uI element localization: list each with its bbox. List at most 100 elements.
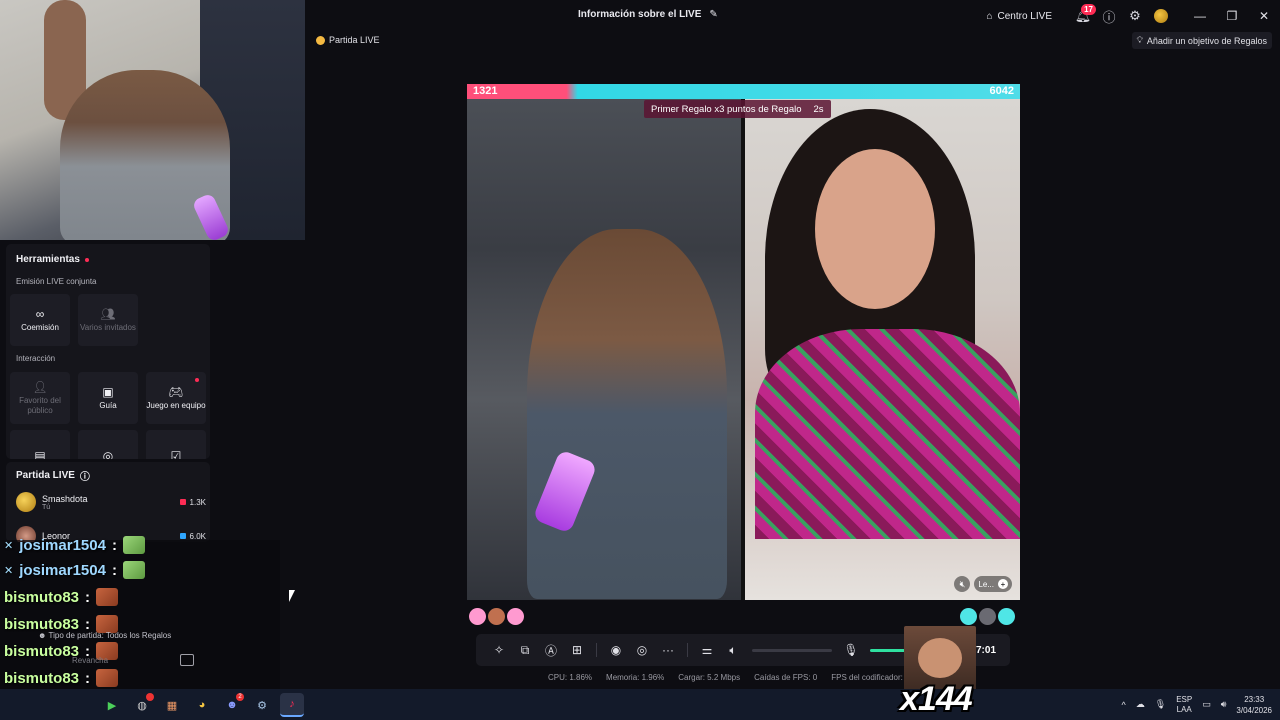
stream-stats: CPU: 1.86% Memoria: 1.96% Cargar: 5.2 Mb… [548, 673, 914, 682]
chat-username: josimar1504 [19, 561, 106, 579]
taskbar-chrome-icon[interactable]: ◕ [190, 693, 214, 717]
tool-item-extra-2[interactable]: ◎ [78, 430, 138, 459]
ai-icon: Ⓐ [544, 643, 557, 658]
minimize-button[interactable]: — [1184, 0, 1216, 32]
ai-button[interactable]: Ⓐ [538, 638, 564, 662]
fan-favorite-button[interactable]: 👤︎ Favorito del público [10, 372, 70, 424]
record-button[interactable]: ◉ [603, 638, 629, 662]
meme-counter: x144 [900, 680, 973, 718]
windows-taskbar: ▶ ◍ ▦ ◕ ☻ 2 ⚙ ♪ ^ ☁ 🎙︎ ESP LAA ▭ 🔊︎ 23:33… [0, 689, 1280, 720]
gifter-avatar[interactable] [507, 608, 524, 625]
opponent-chip[interactable]: Le... + [974, 576, 1012, 592]
tools-panel: Herramientas Emisión LIVE conjunta ∞ Coe… [6, 244, 210, 459]
notifications-button[interactable]: 🔔︎ 17 [1070, 0, 1096, 32]
cpu-stat: CPU: 1.86% [548, 673, 593, 682]
add-source-button[interactable]: ⊞ [564, 638, 590, 662]
taskbar-steam-icon[interactable]: ⚙ [250, 693, 274, 717]
card-icon: ▤ [34, 449, 46, 459]
multi-guest-label: Varios invitados [80, 322, 136, 332]
notification-badge: 17 [1081, 4, 1096, 15]
profile-button[interactable] [1148, 0, 1174, 32]
taskbar-discord-icon[interactable]: ☻ 2 [220, 693, 244, 717]
partida-live-chip-label: Partida LIVE [329, 35, 380, 45]
gifter-avatar[interactable] [488, 608, 505, 625]
fps-drop-stat: Caídas de FPS: 0 [754, 673, 818, 682]
taskbar-photos-icon[interactable]: ▦ [160, 693, 184, 717]
team-game-button[interactable]: 🎮︎ Juego en equipo [146, 372, 206, 424]
restore-icon: ❐ [1226, 9, 1238, 23]
centro-live-button[interactable]: ⌂ Centro LIVE [986, 11, 1052, 22]
frog-emote-icon [122, 536, 145, 554]
controller-icon: 🎮︎ [168, 384, 184, 399]
score-left: 1321 [473, 85, 498, 97]
score-right: 6042 [989, 85, 1014, 97]
chrome-icon: ◕ [198, 699, 206, 711]
gifter-avatar[interactable] [469, 608, 486, 625]
language-indicator[interactable]: ESP LAA [1176, 695, 1192, 715]
interaction-section-label: Interacción [16, 354, 56, 363]
controller-icon: ✕ [4, 539, 14, 552]
tool-item-extra-3[interactable]: ☑ [146, 430, 206, 459]
cloud-icon[interactable]: ☁ [1136, 699, 1145, 710]
system-tray: ^ ☁ 🎙︎ ESP LAA ▭ 🔊︎ 23:33 3/04/2026 [1122, 689, 1272, 720]
speaker-button[interactable]: 🔈︎ [720, 638, 746, 662]
speaker-icon[interactable]: 🔊︎ [1221, 699, 1227, 710]
chevron-up-icon[interactable]: ^ [1122, 700, 1126, 710]
settings-button[interactable]: ⚙ [1122, 0, 1148, 32]
add-gift-goal-button[interactable]: 💡︎ Añadir un objetivo de Regalos [1131, 32, 1272, 49]
close-button[interactable]: ✕ [1248, 0, 1280, 32]
battle-stage: 🔇︎ Le... + 1321 6042 Primer Regalo x3 pu… [467, 84, 1020, 600]
adjust-button[interactable]: ⚌ [694, 638, 720, 662]
match-row-host[interactable]: Smashdota Tú 1.3K [16, 490, 206, 514]
chat-separator: : [111, 536, 117, 554]
gift-bonus-text: Primer Regalo x3 puntos de Regalo [651, 103, 802, 115]
chat-username: bismuto83 [4, 588, 80, 606]
volume-slider[interactable] [752, 648, 832, 652]
guide-label: Guía [99, 400, 117, 410]
divider [687, 643, 688, 657]
new-dot [84, 257, 89, 262]
tool-item-extra-1[interactable]: ▤ [10, 430, 70, 459]
exit-icon[interactable] [180, 654, 194, 666]
taskbar-play-icon[interactable]: ▶ [100, 693, 124, 717]
monitor-icon[interactable]: ▭ [1202, 699, 1211, 710]
fan-favorite-label: Favorito del público [19, 395, 61, 415]
close-icon: ✕ [1258, 9, 1270, 23]
live-info-title[interactable]: Información sobre el LIVE ✎ [578, 9, 718, 20]
taskbar-clock[interactable]: 23:33 3/04/2026 [1236, 694, 1272, 716]
effects-button[interactable]: ✧ [486, 638, 512, 662]
gifter-avatar[interactable] [960, 608, 977, 625]
partida-live-chip[interactable]: Partida LIVE [316, 32, 380, 48]
book-icon: ▣ [102, 384, 114, 399]
help-icon[interactable]: ⓘ [80, 468, 90, 483]
layout-button[interactable]: ⧉ [512, 638, 538, 662]
sliders-icon: ⚌ [701, 643, 713, 657]
speaker-icon: 🔈︎ [729, 642, 737, 657]
battle-timer: 7:01 [975, 644, 996, 656]
taskbar-app-icon[interactable]: ◍ [130, 693, 154, 717]
host-video [467, 99, 741, 600]
guide-button[interactable]: ▣ Guía [78, 372, 138, 424]
gifter-avatar[interactable] [979, 608, 996, 625]
home-icon: ⌂ [986, 10, 993, 22]
language-top: ESP [1176, 694, 1193, 704]
restore-button[interactable]: ❐ [1216, 0, 1248, 32]
rematch-button[interactable]: Revancha [72, 656, 108, 665]
mute-speaker-icon[interactable]: 🔇︎ [954, 576, 971, 592]
gift-bonus-banner: Primer Regalo x3 puntos de Regalo 2s [644, 100, 831, 118]
microphone-icon[interactable]: 🎙︎ [1155, 699, 1166, 710]
opponent-chip-label: Le... [978, 579, 994, 589]
camera-switch-button[interactable]: ◎ [629, 638, 655, 662]
app-icon: ◍ [137, 699, 147, 712]
new-dot [195, 378, 199, 382]
gifter-avatar[interactable] [998, 608, 1015, 625]
host-top-gifters [469, 608, 524, 625]
tiktok-live-studio-window: Información sobre el LIVE ✎ ⌂ Centro LIV… [0, 0, 1280, 720]
coemision-button[interactable]: ∞ Coemisión [10, 294, 70, 346]
help-button[interactable]: ⓘ [1096, 0, 1122, 32]
microphone-button[interactable]: 🎙︎ [838, 638, 864, 662]
more-button[interactable]: ··· [655, 638, 681, 662]
multi-guest-button[interactable]: 👥︎ Varios invitados [78, 294, 138, 346]
taskbar-tiktok-icon[interactable]: ♪ [280, 693, 304, 717]
avatar [1154, 9, 1168, 23]
